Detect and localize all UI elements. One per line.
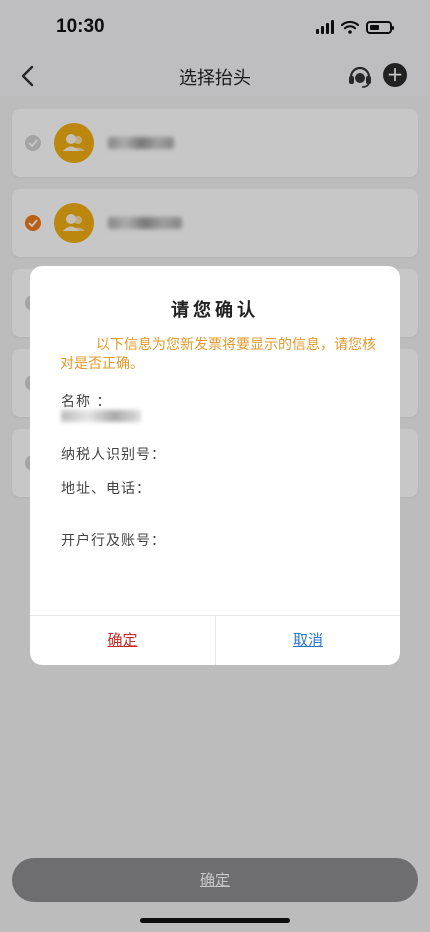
field-bank-account-label: 开户行及账号：: [61, 533, 166, 549]
field-name-label: 名称 ：: [61, 394, 112, 410]
confirm-dialog: 请您确认 以下信息为您新发票将要显示的信息，请您核对是否正确。 名称 ： 纳税人…: [30, 266, 400, 665]
dialog-cancel-button[interactable]: 取消: [216, 616, 400, 665]
dialog-title: 请您确认: [171, 300, 259, 321]
dialog-notice: 以下信息为您新发票将要显示的信息，请您核对是否正确。: [60, 336, 380, 374]
field-address-phone-label: 地址、电话：: [61, 481, 151, 497]
redacted-name-value: [61, 410, 141, 422]
dialog-notice-text: 以下信息为您新发票将要显示的信息，请您核对是否正确。: [60, 337, 376, 372]
dialog-confirm-button[interactable]: 确定: [30, 616, 215, 665]
field-tax-id-label: 纳税人识别号：: [61, 447, 166, 463]
